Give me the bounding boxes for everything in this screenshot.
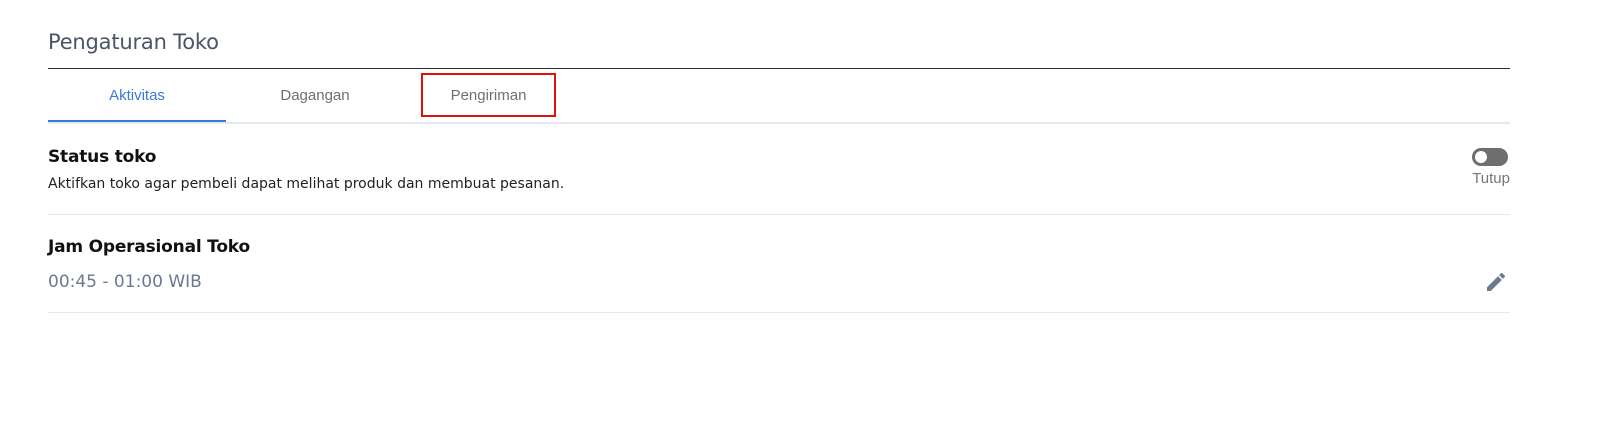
operating-hours-heading: Jam Operasional Toko: [48, 237, 250, 257]
active-tab-indicator: [48, 120, 226, 122]
settings-tabs: Aktivitas Dagangan Pengiriman: [48, 69, 1510, 123]
tabs-divider: [48, 122, 1510, 124]
tab-highlight-box: [421, 73, 556, 117]
store-status-toggle-label: Tutup: [1472, 170, 1510, 187]
toggle-knob: [1475, 151, 1487, 163]
operating-hours-value: 00:45 - 01:00 WIB: [48, 272, 202, 292]
store-status-description: Aktifkan toko agar pembeli dapat melihat…: [48, 176, 565, 192]
store-status-toggle[interactable]: [1472, 148, 1508, 166]
pencil-icon: [1487, 272, 1506, 291]
store-status-heading: Status toko: [48, 147, 157, 167]
tab-dagangan[interactable]: Dagangan: [226, 69, 404, 122]
edit-hours-button[interactable]: [1484, 270, 1508, 294]
tab-aktivitas[interactable]: Aktivitas: [48, 69, 226, 122]
page-title: Pengaturan Toko: [48, 30, 219, 54]
row-divider: [48, 214, 1510, 215]
row-divider: [48, 312, 1510, 313]
